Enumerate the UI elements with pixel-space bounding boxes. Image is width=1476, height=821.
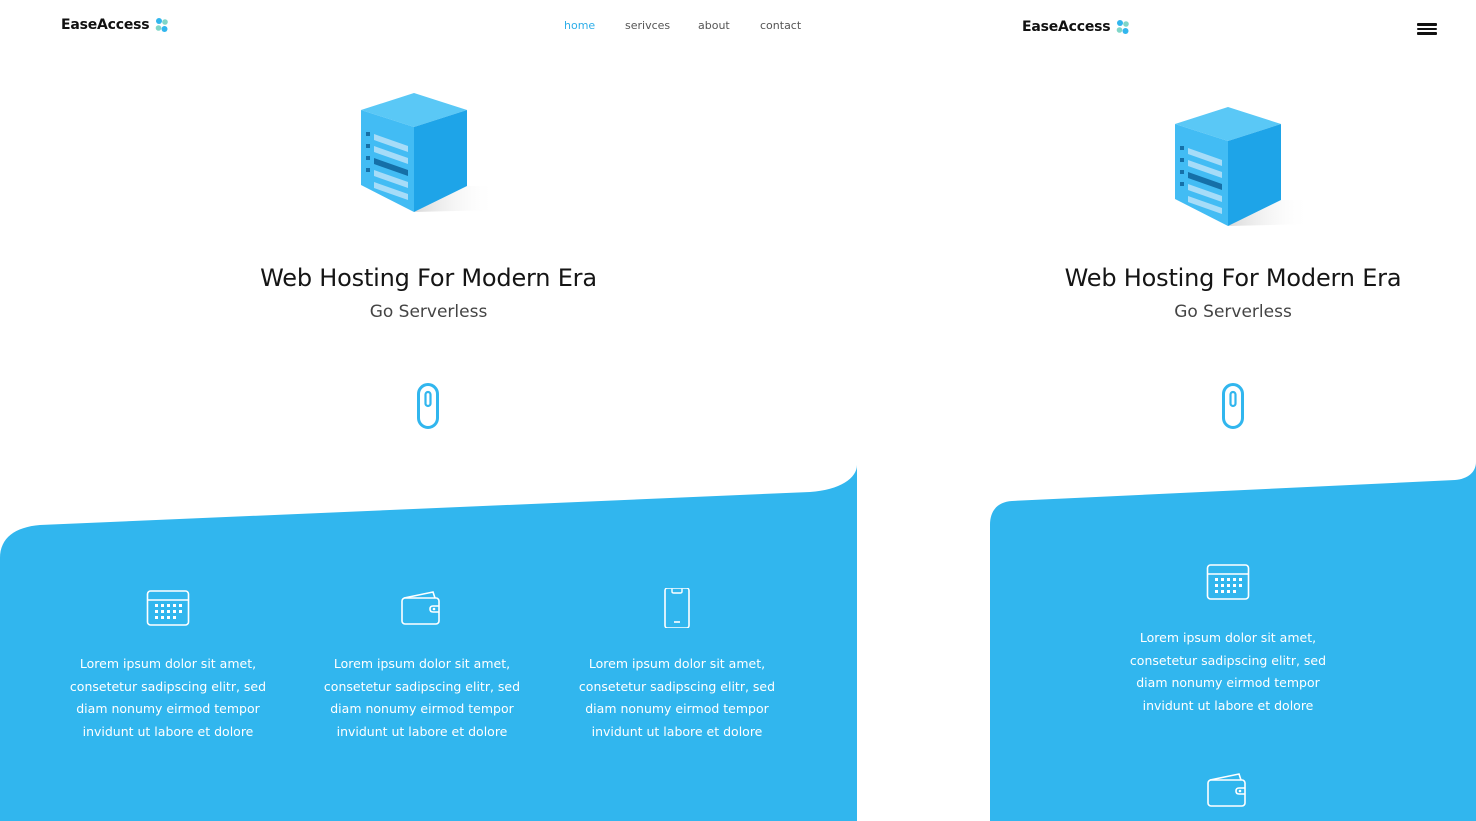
hero-subtitle: Go Serverless <box>1174 302 1292 322</box>
brand-logo[interactable]: EaseAccess <box>1022 19 1131 35</box>
calendar-icon <box>1206 564 1250 600</box>
feature-text: Lorem ipsum dolor sit amet, consetetur s… <box>1129 630 1327 713</box>
scroll-mouse-icon[interactable] <box>1222 383 1244 429</box>
feature-card: Lorem ipsum dolor sit amet, consetetur s… <box>322 588 522 743</box>
scroll-mouse-icon[interactable] <box>417 383 439 429</box>
nav-about[interactable]: about <box>698 19 760 32</box>
wallet-icon <box>401 591 440 625</box>
mobile-view: EaseAccess Web Hosting For Modern Era Go… <box>990 0 1476 821</box>
smartphone-icon <box>664 588 690 628</box>
brand-logo[interactable]: EaseAccess <box>61 17 170 33</box>
hero-title: Web Hosting For Modern Era <box>260 264 597 292</box>
desktop-view: EaseAccess home serivces about contact W… <box>0 0 857 821</box>
nav-contact[interactable]: contact <box>760 19 801 32</box>
feature-card: Lorem ipsum dolor sit amet, consetetur s… <box>577 588 777 743</box>
wallet-icon <box>1207 773 1246 807</box>
calendar-icon <box>146 590 190 626</box>
nav-home[interactable]: home <box>564 19 625 32</box>
brand-name: EaseAccess <box>61 17 150 33</box>
main-nav: home serivces about contact <box>564 19 801 32</box>
server-cube-icon <box>361 93 496 212</box>
hero-title: Web Hosting For Modern Era <box>1064 264 1402 292</box>
server-cube-icon <box>1175 107 1310 226</box>
feature-card <box>1128 770 1328 810</box>
feature-card: Lorem ipsum dolor sit amet, consetetur s… <box>68 588 268 743</box>
hero-subtitle: Go Serverless <box>369 302 488 322</box>
dots-cluster-icon <box>1117 20 1130 34</box>
dots-cluster-icon <box>156 18 169 32</box>
feature-text: Lorem ipsum dolor sit amet, consetetur s… <box>69 656 267 739</box>
brand-name: EaseAccess <box>1022 19 1111 35</box>
feature-card: Lorem ipsum dolor sit amet, consetetur s… <box>1128 562 1328 717</box>
feature-text: Lorem ipsum dolor sit amet, consetetur s… <box>578 656 776 739</box>
nav-services[interactable]: serivces <box>625 19 698 32</box>
feature-text: Lorem ipsum dolor sit amet, consetetur s… <box>323 656 521 739</box>
hamburger-menu-icon[interactable] <box>1417 23 1437 35</box>
